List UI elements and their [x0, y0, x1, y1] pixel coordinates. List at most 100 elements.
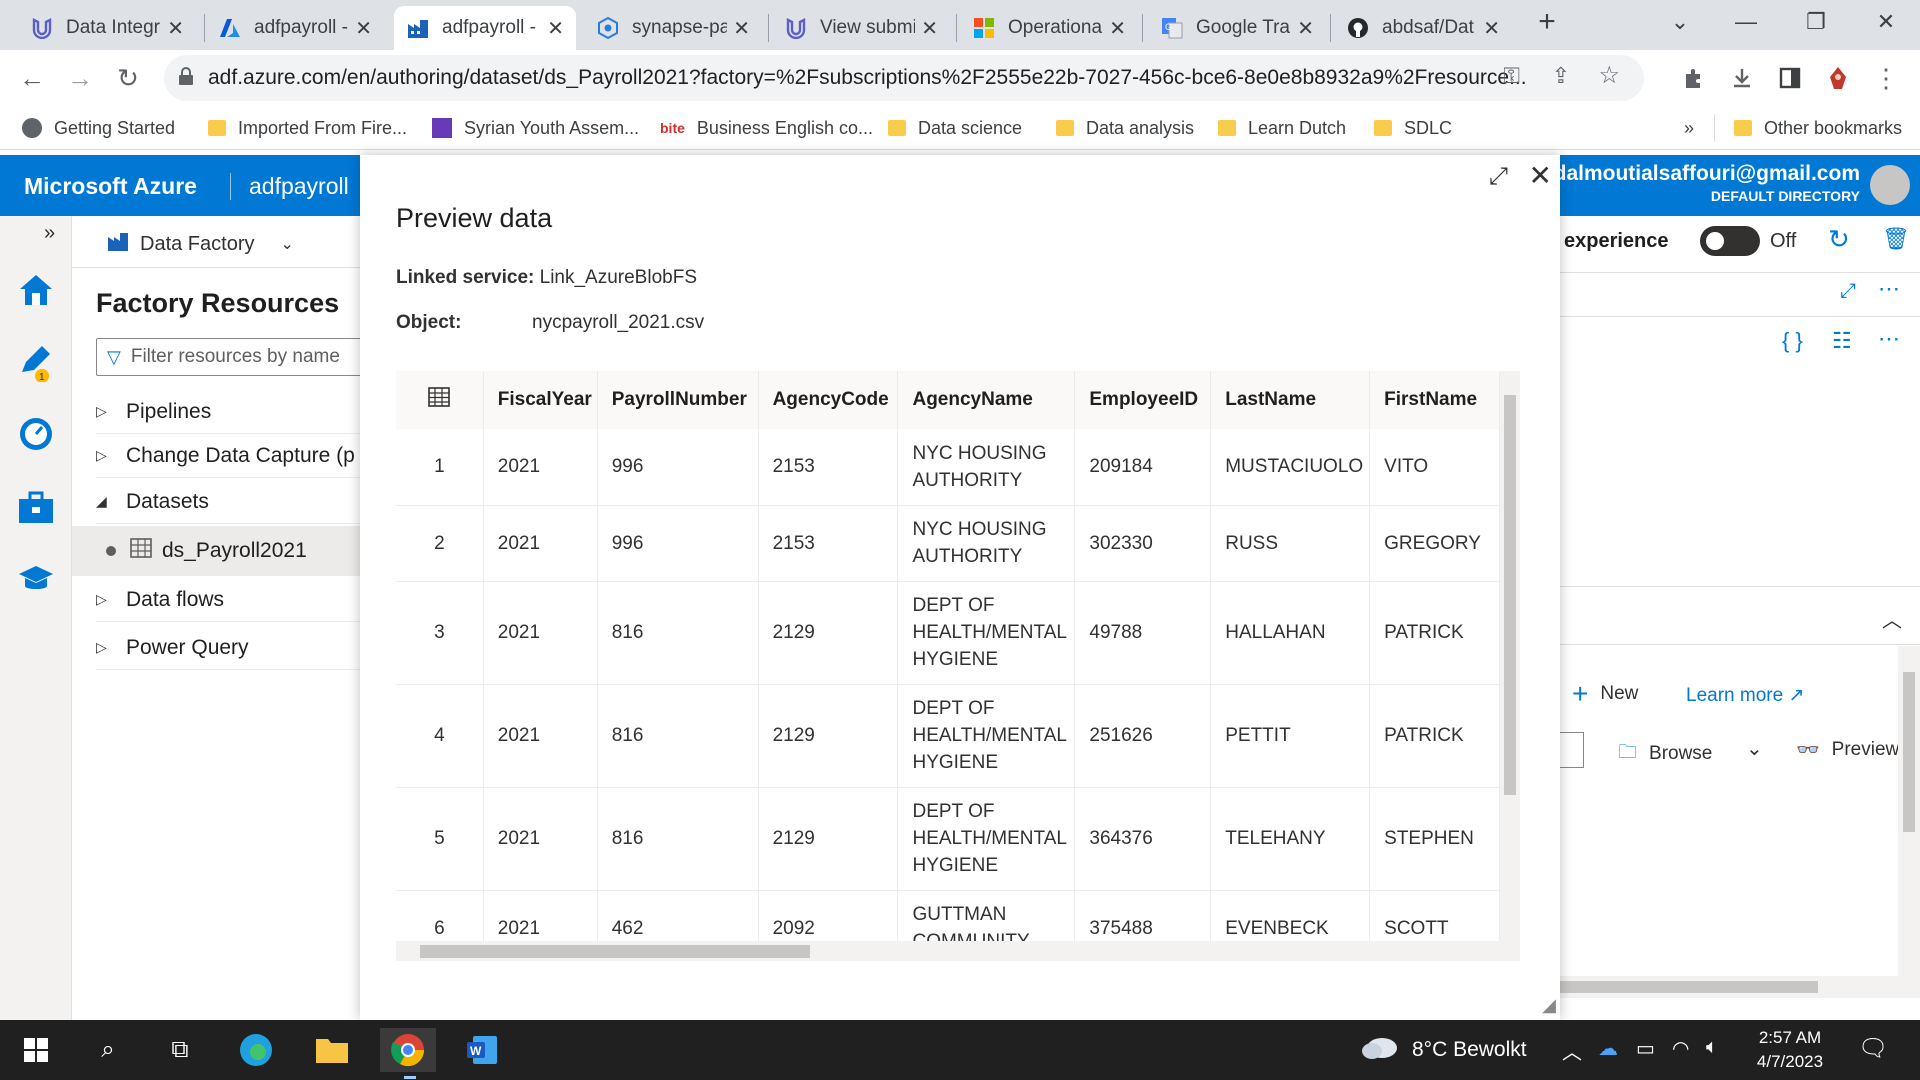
task-view-icon[interactable]: ⧉: [158, 1028, 202, 1072]
bookmark-bite[interactable]: bite Business English co...: [660, 114, 873, 142]
collapse-chevron-up-icon[interactable]: ︿: [1882, 604, 1902, 633]
bookmark-folder[interactable]: Imported From Fire...: [208, 114, 407, 142]
home-icon[interactable]: [14, 268, 58, 312]
browser-tab[interactable]: synapse-pa ✕: [584, 6, 762, 50]
avatar[interactable]: [1870, 165, 1910, 205]
bookmark-folder[interactable]: Data science: [888, 114, 1022, 142]
bookmark-getting-started[interactable]: Getting Started: [22, 114, 175, 142]
bookmark-forms[interactable]: Syrian Youth Assem...: [432, 114, 639, 142]
learn-more-link[interactable]: Learn more ↗: [1686, 684, 1804, 707]
maximize-icon[interactable]: ⤢: [1489, 163, 1508, 191]
more-icon[interactable]: ⋯: [1878, 326, 1900, 352]
browser-tab[interactable]: Operationa ✕: [960, 6, 1138, 50]
browser-tab[interactable]: G Google Trar ✕: [1148, 6, 1326, 50]
bookmark-folder[interactable]: SDLC: [1374, 114, 1452, 142]
bookmark-star-icon[interactable]: ☆: [1598, 61, 1620, 90]
bookmark-folder[interactable]: Data analysis: [1056, 114, 1194, 142]
browser-menu-icon[interactable]: ⋮: [1870, 62, 1902, 94]
chevron-down-icon[interactable]: ⌄: [1746, 736, 1763, 761]
onedrive-icon[interactable]: ☁: [1598, 1036, 1618, 1061]
browser-tab-active[interactable]: adfpayroll - ✕: [394, 6, 576, 50]
browser-tab[interactable]: Data Integr ✕: [18, 6, 196, 50]
battery-icon[interactable]: ▭: [1636, 1036, 1655, 1061]
resize-grip-icon[interactable]: ◢: [1542, 995, 1556, 1016]
tree-item-cdc[interactable]: ▷ Change Data Capture (p: [96, 434, 396, 478]
close-tab-icon[interactable]: ✕: [547, 16, 564, 41]
other-bookmarks[interactable]: Other bookmarks: [1734, 114, 1902, 142]
bookmarks-overflow-button[interactable]: »: [1684, 114, 1694, 142]
new-tab-button[interactable]: +: [1520, 0, 1574, 44]
edge-icon[interactable]: [234, 1028, 278, 1072]
grid-vertical-scrollbar[interactable]: [1500, 371, 1520, 941]
close-window-icon[interactable]: ✕: [1856, 0, 1916, 44]
filter-resources-input[interactable]: ▽ Filter resources by name: [96, 338, 376, 376]
column-header[interactable]: AgencyCode: [758, 371, 899, 429]
scroll-thumb[interactable]: [1504, 395, 1516, 795]
word-icon[interactable]: W: [460, 1028, 504, 1072]
tray-chevron-up-icon[interactable]: ︿: [1562, 1036, 1582, 1065]
reload-icon[interactable]: ↻: [108, 58, 148, 98]
preview-grid[interactable]: FiscalYear PayrollNumber AgencyCode Agen…: [396, 371, 1500, 941]
clock[interactable]: 2:57 AM 4/7/2023: [1740, 1026, 1840, 1074]
wifi-icon[interactable]: ◠: [1672, 1036, 1689, 1061]
scroll-thumb[interactable]: [420, 945, 810, 958]
author-pencil-icon[interactable]: 1: [14, 340, 58, 384]
close-tab-icon[interactable]: ✕: [733, 16, 750, 41]
forward-icon[interactable]: →: [60, 58, 100, 98]
horizontal-scrollbar[interactable]: [1560, 976, 1920, 998]
column-header[interactable]: PayrollNumber: [597, 371, 759, 429]
experience-toggle[interactable]: [1700, 226, 1760, 256]
windows-start-icon[interactable]: [14, 1028, 58, 1072]
data-factory-dropdown[interactable]: Data Factory ⌄: [106, 230, 294, 258]
close-tab-icon[interactable]: ✕: [1483, 16, 1500, 41]
expand-rail-icon[interactable]: »: [44, 222, 55, 245]
close-tab-icon[interactable]: ✕: [167, 16, 184, 41]
close-tab-icon[interactable]: ✕: [921, 16, 938, 41]
column-header[interactable]: AgencyName: [897, 371, 1076, 429]
minimize-icon[interactable]: —: [1716, 0, 1776, 44]
column-header[interactable]: LastName: [1210, 371, 1371, 429]
share-icon[interactable]: ⇪: [1552, 63, 1570, 89]
account-info[interactable]: bedalmoutialsaffouri@gmail.com DEFAULT D…: [1529, 163, 1860, 207]
monitor-icon[interactable]: [14, 412, 58, 456]
file-explorer-icon[interactable]: [310, 1028, 354, 1072]
expand-icon[interactable]: ⤢: [1840, 280, 1856, 303]
tab-search-icon[interactable]: ⌄: [1650, 0, 1710, 44]
address-bar[interactable]: adf.azure.com/en/authoring/dataset/ds_Pa…: [164, 55, 1644, 101]
key-icon[interactable]: ⚿: [1503, 63, 1520, 89]
tree-item-power-query[interactable]: ▷ Power Query: [96, 626, 396, 670]
column-header[interactable]: FiscalYear: [483, 371, 598, 429]
chrome-taskbar-icon[interactable]: [380, 1028, 436, 1072]
vertical-scrollbar[interactable]: [1898, 646, 1920, 976]
more-icon[interactable]: ⋯: [1878, 276, 1900, 302]
discard-icon[interactable]: 🗑: [1882, 226, 1910, 252]
search-icon[interactable]: ⌕: [86, 1028, 130, 1072]
tree-item-datasets[interactable]: ◢ Datasets: [96, 480, 396, 524]
close-icon[interactable]: ✕: [1529, 159, 1552, 192]
restore-icon[interactable]: ❐: [1786, 0, 1846, 44]
volume-icon[interactable]: 🔈︎: [1706, 1036, 1718, 1059]
close-tab-icon[interactable]: ✕: [1297, 16, 1314, 41]
factory-name[interactable]: adfpayroll: [230, 173, 349, 200]
tree-item-data-flows[interactable]: ▷ Data flows: [96, 578, 396, 622]
browser-tab[interactable]: View submi ✕: [772, 6, 950, 50]
browser-tab[interactable]: adfpayroll - ✕: [206, 6, 384, 50]
back-icon[interactable]: ←: [12, 58, 52, 98]
side-panel-icon[interactable]: [1774, 62, 1806, 94]
column-header[interactable]: EmployeeID: [1074, 371, 1212, 429]
browser-tab[interactable]: abdsaf/Dat ✕: [1334, 6, 1512, 50]
notifications-icon[interactable]: 🗨︎: [1858, 1034, 1888, 1063]
azure-brand[interactable]: Microsoft Azure: [24, 173, 197, 200]
tree-item-ds-payroll2021[interactable]: ds_Payroll2021: [72, 526, 384, 576]
preview-data-button[interactable]: 👓 Preview: [1796, 738, 1899, 762]
download-icon[interactable]: [1726, 62, 1758, 94]
weather-widget[interactable]: 8°C Bewolkt: [1360, 1034, 1527, 1066]
grid-horizontal-scrollbar[interactable]: [396, 941, 1520, 961]
learning-center-icon[interactable]: [14, 558, 58, 602]
profile-avatar-icon[interactable]: [1822, 62, 1854, 94]
properties-icon[interactable]: ☷: [1832, 328, 1852, 354]
manage-toolbox-icon[interactable]: [14, 486, 58, 530]
tree-item-pipelines[interactable]: ▷ Pipelines: [96, 390, 396, 434]
column-header[interactable]: FirstName: [1369, 371, 1500, 429]
extensions-icon[interactable]: [1678, 62, 1710, 94]
